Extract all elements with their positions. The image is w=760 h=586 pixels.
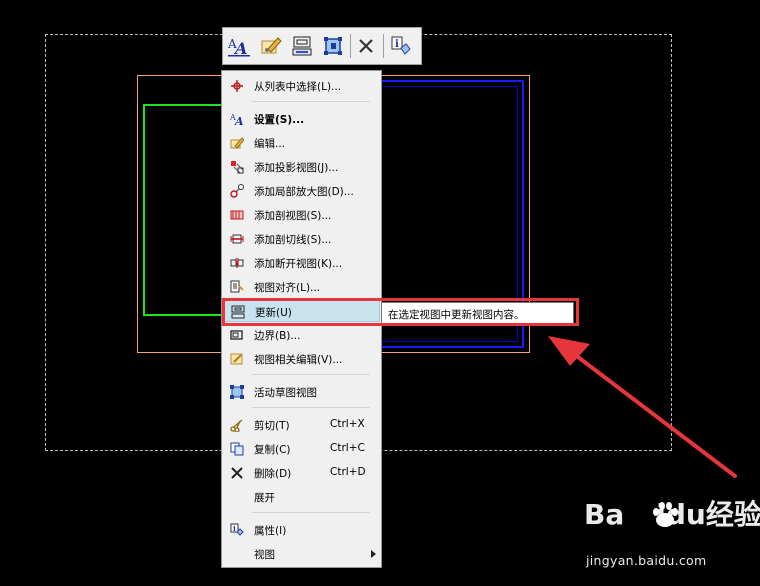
sketch-view-icon[interactable]: [320, 33, 346, 59]
svg-text:A: A: [233, 39, 247, 57]
properties-icon: i: [230, 523, 244, 536]
section-view-icon: [230, 210, 244, 220]
edit-icon[interactable]: [258, 33, 284, 59]
menu-item-properties[interactable]: i 属性(I): [223, 519, 380, 541]
crosshair-icon: [231, 80, 243, 92]
copy-icon: [230, 442, 244, 456]
edit-icon: [230, 137, 244, 149]
menu-item-copy[interactable]: 复制(C) Ctrl+C: [223, 438, 380, 460]
close-icon[interactable]: [353, 33, 379, 59]
align-view-icon: [230, 280, 244, 293]
sketch-view-icon: [230, 385, 244, 399]
cut-icon: [230, 419, 243, 432]
menu-item-add-break-view[interactable]: 添加断开视图(K)...: [223, 252, 380, 274]
text-style-icon[interactable]: AA: [226, 33, 252, 59]
annotation-arrow: [548, 336, 737, 478]
menu-item-active-sketch-view[interactable]: 活动草图视图: [223, 381, 380, 403]
submenu-arrow-icon: [371, 550, 376, 558]
menu-item-select-from-list[interactable]: 从列表中选择(L)...: [223, 75, 380, 97]
menu-item-delete[interactable]: 删除(D) Ctrl+D: [223, 462, 380, 484]
properties-icon[interactable]: i: [387, 33, 413, 59]
menu-separator: [252, 512, 370, 513]
svg-text:i: i: [233, 524, 236, 533]
break-view-icon: [230, 257, 244, 269]
menu-item-add-section-line[interactable]: 添加剖切线(S)...: [223, 228, 380, 250]
svg-text:i: i: [395, 39, 399, 50]
menu-item-edit[interactable]: 编辑...: [223, 132, 380, 154]
svg-text:A: A: [234, 115, 244, 126]
baidu-jingyan-watermark: Ba idu经验 jingyan.baidu.com: [584, 493, 760, 573]
update-view-icon[interactable]: [289, 33, 315, 59]
menu-item-add-projection-view[interactable]: 添加投影视图(J)...: [223, 156, 380, 178]
view-geometry-green: [143, 104, 223, 316]
menu-item-align-view[interactable]: 视图对齐(L)...: [223, 276, 380, 298]
toolbar-separator: [383, 34, 384, 58]
menu-item-expand[interactable]: 展开: [223, 486, 380, 508]
view-edit-icon: [230, 353, 243, 365]
projection-view-icon: [231, 161, 244, 174]
menu-separator: [252, 101, 370, 102]
menu-separator: [252, 407, 370, 408]
watermark-url: jingyan.baidu.com: [586, 553, 707, 568]
menu-item-add-detail-view[interactable]: 添加局部放大图(D)...: [223, 180, 380, 202]
boundary-icon: [230, 330, 243, 340]
text-style-icon: AA: [230, 113, 244, 126]
menu-item-view[interactable]: 视图: [223, 543, 380, 565]
menu-item-view-dependent-edit[interactable]: 视图相关编辑(V)...: [223, 348, 380, 370]
toolbar-separator: [350, 34, 351, 58]
delete-icon: [231, 467, 243, 479]
detail-view-icon: [230, 184, 244, 198]
annotation-highlight-box: [222, 298, 579, 326]
section-line-icon: [230, 234, 244, 244]
watermark-brand: Ba idu经验: [584, 498, 760, 531]
menu-item-cut[interactable]: 剪切(T) Ctrl+X: [223, 414, 380, 436]
mini-toolbar: AA i: [222, 27, 422, 65]
menu-item-add-section-view[interactable]: 添加剖视图(S)...: [223, 204, 380, 226]
menu-separator: [252, 374, 370, 375]
menu-item-settings[interactable]: AA 设置(S)...: [223, 108, 380, 130]
menu-item-boundary[interactable]: 边界(B)...: [223, 324, 380, 346]
